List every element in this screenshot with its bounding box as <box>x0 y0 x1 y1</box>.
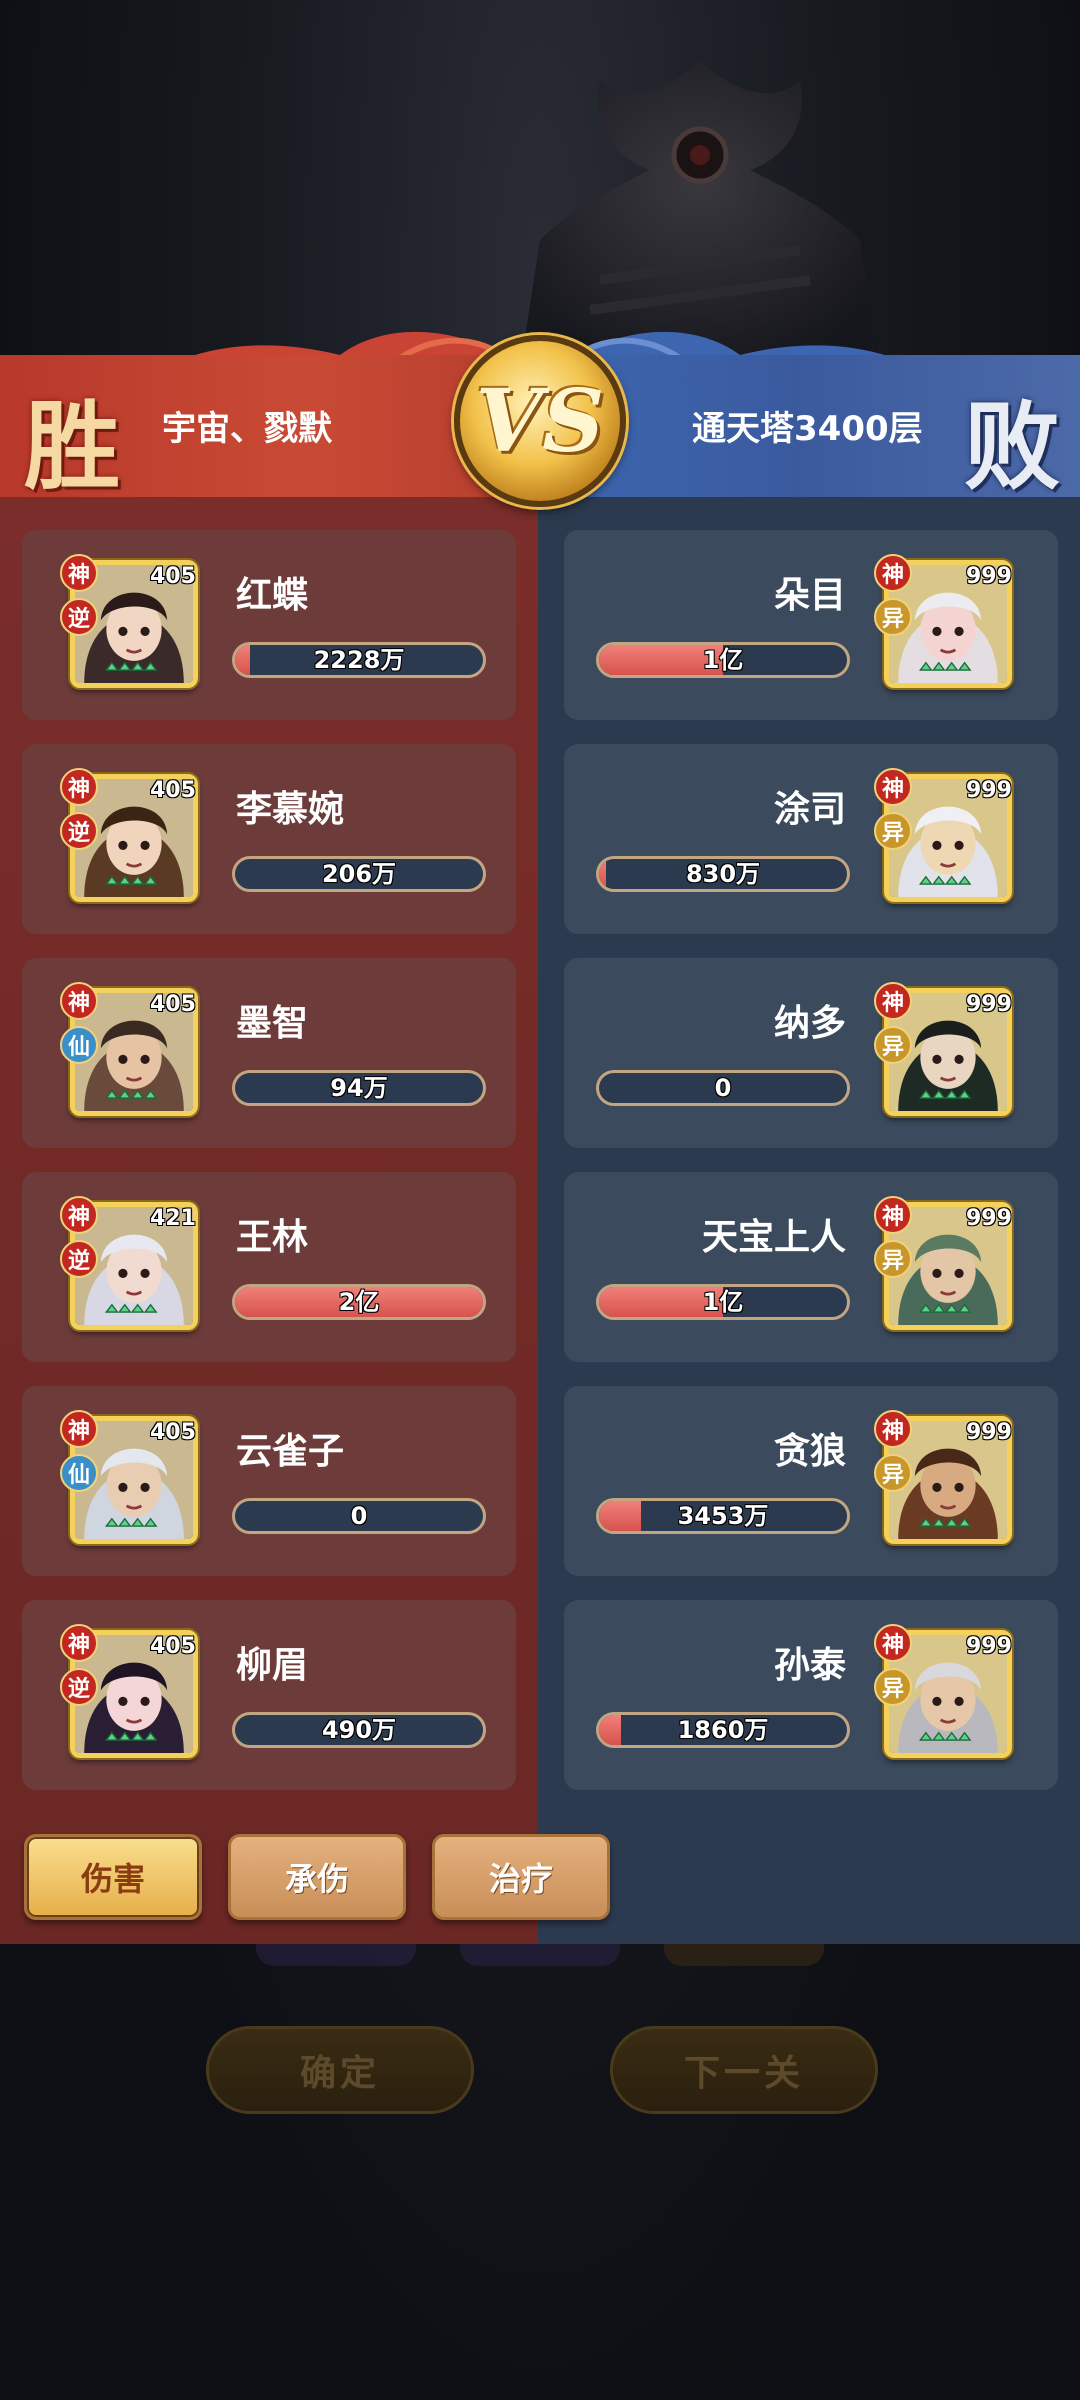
battle-result-screen: 确定 下一关 胜 宇宙、戮默 通天塔3400层 败 VS 神逆 405 红蝶 2228… <box>0 0 1080 2400</box>
hero-name: 涂司 <box>773 789 846 830</box>
hero-name: 云雀子 <box>236 1431 345 1472</box>
damage-value: 830万 <box>685 860 761 888</box>
hero-level: 999 <box>966 564 1012 589</box>
left-team-name: 宇宙、戮默 <box>162 409 332 449</box>
hero-level: 405 <box>150 564 196 589</box>
faction-badge: 异 <box>874 598 912 636</box>
damage-bar: 830万 <box>596 856 850 892</box>
hero-level: 405 <box>150 992 196 1017</box>
hero-card[interactable]: 神仙 405 云雀子 0 <box>22 1386 516 1576</box>
faction-badge: 异 <box>874 1026 912 1064</box>
hero-name: 天宝上人 <box>701 1217 846 1258</box>
hero-level: 999 <box>966 1420 1012 1445</box>
hero-name: 红蝶 <box>236 575 309 616</box>
damage-bar: 0 <box>596 1070 850 1106</box>
hero-level: 421 <box>150 1206 196 1231</box>
hero-card[interactable]: 神异 999 涂司 830万 <box>564 744 1058 934</box>
rank-badge: 神 <box>60 1196 98 1234</box>
faction-badge: 异 <box>874 1668 912 1706</box>
hero-name: 纳多 <box>773 1003 846 1044</box>
damage-bar: 1亿 <box>596 642 850 678</box>
faction-badge: 异 <box>874 812 912 850</box>
rank-badge: 神 <box>874 554 912 592</box>
hero-level: 999 <box>966 992 1012 1017</box>
hero-name: 柳眉 <box>236 1645 309 1686</box>
damage-value: 2亿 <box>338 1288 380 1316</box>
faction-badge: 仙 <box>60 1026 98 1064</box>
damage-value: 3453万 <box>677 1502 769 1530</box>
rank-badge: 神 <box>60 982 98 1020</box>
tab-damage-taken[interactable]: 承伤 <box>228 1834 406 1920</box>
damage-bar: 1亿 <box>596 1284 850 1320</box>
faction-badge: 逆 <box>60 598 98 636</box>
hero-level: 405 <box>150 778 196 803</box>
tab-damage[interactable]: 伤害 <box>24 1834 202 1920</box>
hero-card[interactable]: 神异 999 纳多 0 <box>564 958 1058 1148</box>
damage-bar: 1860万 <box>596 1712 850 1748</box>
rank-badge: 神 <box>874 768 912 806</box>
lose-label: 败 <box>964 390 1060 503</box>
hero-level: 405 <box>150 1420 196 1445</box>
faction-badge: 异 <box>874 1454 912 1492</box>
faction-badge: 逆 <box>60 1668 98 1706</box>
hero-name: 墨智 <box>236 1003 309 1044</box>
damage-bar: 0 <box>232 1498 486 1534</box>
hero-card[interactable]: 神异 999 贪狼 3453万 <box>564 1386 1058 1576</box>
damage-bar: 2亿 <box>232 1284 486 1320</box>
hero-card[interactable]: 神逆 421 王林 2亿 <box>22 1172 516 1362</box>
damage-value: 94万 <box>330 1074 388 1102</box>
hero-level: 405 <box>150 1634 196 1659</box>
damage-value: 1亿 <box>702 1288 744 1316</box>
next-level-button[interactable]: 下一关 <box>610 2026 878 2114</box>
hero-level: 999 <box>966 778 1012 803</box>
damage-bar: 490万 <box>232 1712 486 1748</box>
faction-badge: 仙 <box>60 1454 98 1492</box>
hero-name: 王林 <box>236 1217 309 1258</box>
result-banner: 胜 宇宙、戮默 通天塔3400层 败 VS <box>0 331 1080 507</box>
confirm-button[interactable]: 确定 <box>206 2026 474 2114</box>
boss-silhouette-icon <box>520 60 880 370</box>
rank-badge: 神 <box>60 1624 98 1662</box>
damage-value: 0 <box>350 1502 368 1530</box>
vs-label: VS <box>475 370 605 472</box>
hero-level: 999 <box>966 1206 1012 1231</box>
vs-emblem: VS <box>454 335 626 507</box>
tab-healing[interactable]: 治疗 <box>432 1834 610 1920</box>
rank-badge: 神 <box>874 982 912 1020</box>
rank-badge: 神 <box>874 1624 912 1662</box>
hero-card[interactable]: 神异 999 孙泰 1860万 <box>564 1600 1058 1790</box>
hero-card[interactable]: 神异 999 天宝上人 1亿 <box>564 1172 1058 1362</box>
damage-bar: 3453万 <box>596 1498 850 1534</box>
rank-badge: 神 <box>874 1196 912 1234</box>
right-team-name: 通天塔3400层 <box>692 409 923 449</box>
hero-card[interactable]: 神仙 405 墨智 94万 <box>22 958 516 1148</box>
rank-badge: 神 <box>60 554 98 592</box>
damage-bar: 206万 <box>232 856 486 892</box>
damage-bar: 2228万 <box>232 642 486 678</box>
hero-card[interactable]: 神逆 405 李慕婉 206万 <box>22 744 516 934</box>
damage-bar: 94万 <box>232 1070 486 1106</box>
hero-name: 李慕婉 <box>236 789 345 830</box>
damage-value: 206万 <box>321 860 397 888</box>
rank-badge: 神 <box>60 1410 98 1448</box>
hero-level: 999 <box>966 1634 1012 1659</box>
faction-badge: 逆 <box>60 1240 98 1278</box>
faction-badge: 异 <box>874 1240 912 1278</box>
damage-value: 490万 <box>321 1716 397 1744</box>
hero-name: 朵目 <box>773 575 846 616</box>
rank-badge: 神 <box>874 1410 912 1448</box>
damage-value: 0 <box>714 1074 732 1102</box>
hero-name: 孙泰 <box>773 1645 846 1686</box>
hero-card[interactable]: 神逆 405 红蝶 2228万 <box>22 530 516 720</box>
hero-card[interactable]: 神逆 405 柳眉 490万 <box>22 1600 516 1790</box>
win-label: 胜 <box>24 390 120 503</box>
hero-name: 贪狼 <box>773 1431 846 1472</box>
damage-value: 1亿 <box>702 646 744 674</box>
faction-badge: 逆 <box>60 812 98 850</box>
rank-badge: 神 <box>60 768 98 806</box>
damage-value: 2228万 <box>313 646 405 674</box>
hero-card[interactable]: 神异 999 朵目 1亿 <box>564 530 1058 720</box>
damage-value: 1860万 <box>677 1716 769 1744</box>
